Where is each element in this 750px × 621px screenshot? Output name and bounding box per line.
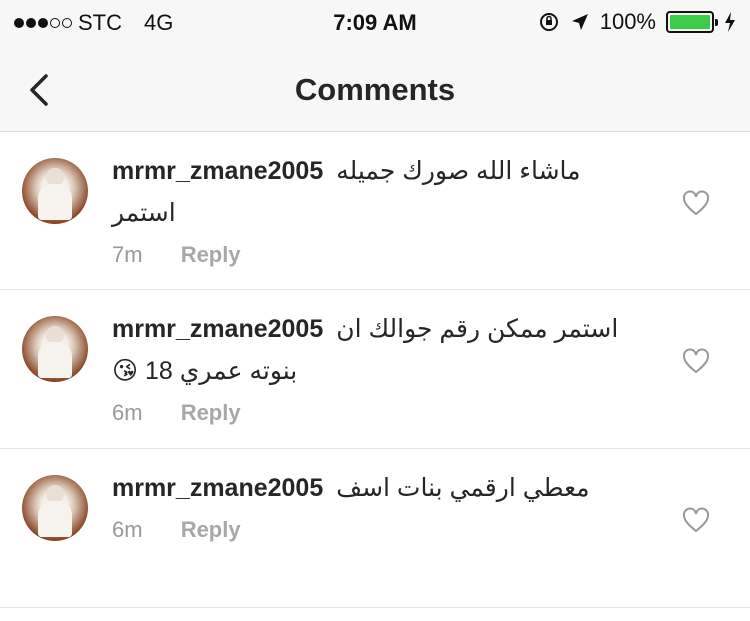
orientation-lock-icon	[539, 13, 558, 31]
comment-time: 7m	[112, 242, 143, 267]
reply-button[interactable]: Reply	[181, 242, 241, 267]
avatar[interactable]	[22, 158, 88, 224]
comment-text-continued: بنوته عمري 18 😘	[112, 357, 298, 385]
comment-username[interactable]: mrmr_zmane2005	[112, 474, 323, 502]
like-heart-icon[interactable]	[682, 507, 710, 533]
comment-line: mrmr_zmane2005 معطي ارقمي بنات اسف	[112, 467, 652, 509]
like-heart-icon[interactable]	[682, 190, 710, 216]
comment-text: استمر ممكن رقم جوالك ان	[336, 315, 619, 343]
comment-item: mrmr_zmane2005 معطي ارقمي بنات اسف 6m Re…	[0, 449, 750, 608]
comment-username[interactable]: mrmr_zmane2005	[112, 315, 323, 343]
comment-body: mrmr_zmane2005 ماشاء الله صورك جميله است…	[112, 150, 652, 268]
page-title: Comments	[294, 72, 456, 107]
comment-username[interactable]: mrmr_zmane2005	[112, 157, 323, 185]
comment-meta: 7m Reply	[112, 242, 652, 268]
comment-list: mrmr_zmane2005 ماشاء الله صورك جميله است…	[0, 132, 750, 608]
battery-percent: 100%	[599, 9, 656, 34]
avatar[interactable]	[22, 316, 88, 382]
status-bar: STC 4G 7:09 AM 100%	[0, 0, 750, 46]
comment-meta: 6m Reply	[112, 400, 652, 426]
comment-body: mrmr_zmane2005 معطي ارقمي بنات اسف 6m Re…	[112, 467, 652, 543]
comment-item: mrmr_zmane2005 استمر ممكن رقم جوالك ان ب…	[0, 290, 750, 449]
comment-time: 6m	[112, 517, 143, 542]
comment-body: mrmr_zmane2005 استمر ممكن رقم جوالك ان ب…	[112, 308, 652, 426]
reply-button[interactable]: Reply	[181, 517, 241, 542]
comment-text: معطي ارقمي بنات اسف	[336, 474, 590, 502]
like-heart-icon[interactable]	[682, 348, 710, 374]
charging-icon	[725, 12, 735, 32]
avatar[interactable]	[22, 475, 88, 541]
battery-icon	[666, 11, 718, 33]
comment-text-continued: استمر	[112, 199, 176, 227]
comment-line: mrmr_zmane2005 استمر ممكن رقم جوالك ان	[112, 308, 652, 350]
comment-item: mrmr_zmane2005 ماشاء الله صورك جميله است…	[0, 132, 750, 290]
status-right: 100%	[538, 9, 736, 35]
location-arrow-icon	[571, 14, 588, 30]
comment-time: 6m	[112, 400, 143, 425]
comment-text: ماشاء الله صورك جميله	[336, 157, 581, 185]
nav-bar: Comments	[0, 46, 750, 132]
comment-line: mrmr_zmane2005 ماشاء الله صورك جميله	[112, 150, 652, 192]
reply-button[interactable]: Reply	[181, 400, 241, 425]
comment-meta: 6m Reply	[112, 517, 652, 543]
battery-fill	[670, 15, 710, 29]
